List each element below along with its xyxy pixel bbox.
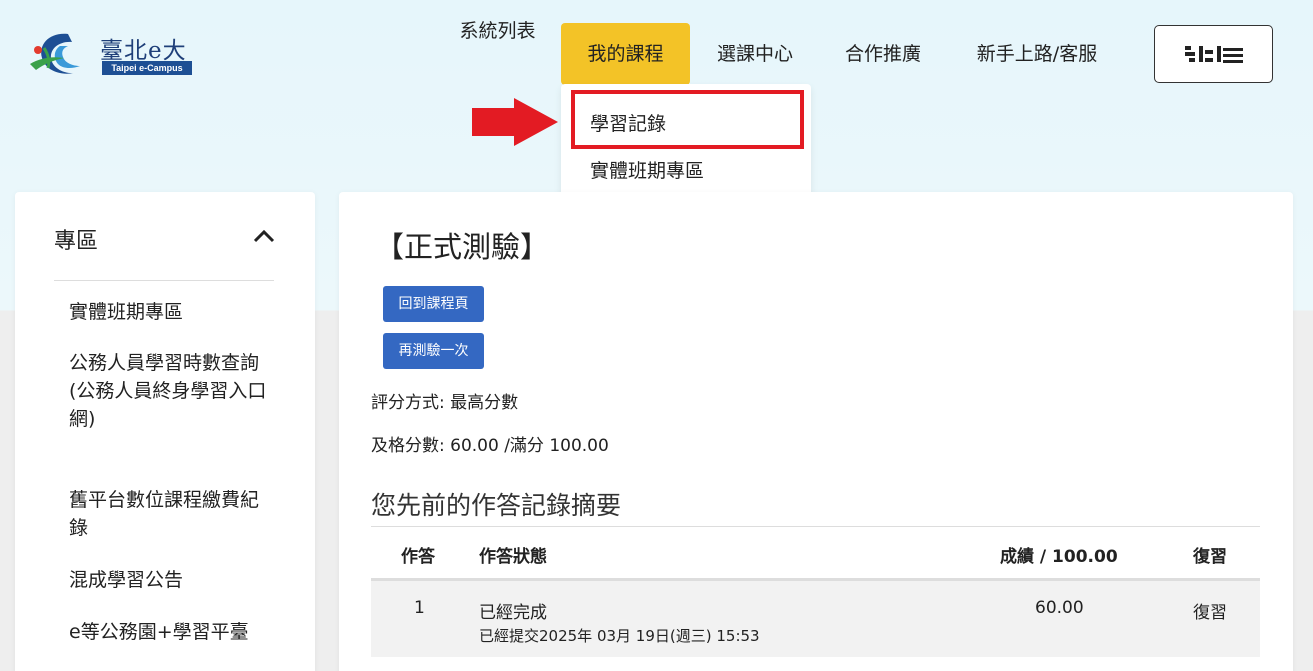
attempt-number: 1	[414, 598, 425, 618]
menu-icon	[1184, 46, 1243, 63]
red-arrow-annotation	[472, 98, 558, 146]
chevron-up-icon[interactable]	[253, 228, 275, 244]
sidebar-item-civil-servant-hours[interactable]: 公務人員學習時數查詢(公務人員終身學習入口網)	[69, 349, 269, 433]
back-to-course-button[interactable]: 回到課程頁	[383, 286, 484, 322]
attempts-table: 作答 作答狀態 成績 / 100.00 復習 1 已經完成 已經提交2025年 …	[371, 526, 1260, 657]
header-score: 成績 / 100.00	[1000, 547, 1118, 567]
table-row: 1 已經完成 已經提交2025年 03月 19日(週三) 15:53 60.00…	[371, 581, 1260, 657]
header-attempt: 作答	[401, 547, 435, 567]
sidebar: 專區 實體班期專區 公務人員學習時數查詢(公務人員終身學習入口網) 舊平台數位課…	[15, 192, 315, 671]
menu-button[interactable]	[1154, 25, 1273, 83]
attempt-score: 60.00	[1035, 598, 1084, 618]
header-review: 復習	[1193, 547, 1227, 567]
page-title: 【正式測驗】	[375, 230, 550, 264]
logo-text-chinese: 臺北e大	[100, 38, 187, 64]
nav-help-service[interactable]: 新手上路/客服	[962, 23, 1112, 85]
site-logo[interactable]: 臺北e大 Taipei e-Campus	[30, 28, 195, 80]
header-status: 作答狀態	[479, 547, 547, 567]
logo-text-english: Taipei e-Campus	[102, 61, 192, 75]
table-header: 作答 作答狀態 成績 / 100.00 復習	[371, 526, 1260, 581]
nav-system-list[interactable]: 系統列表	[448, 0, 547, 62]
logo-icon	[30, 33, 80, 74]
sidebar-item-e-learning-platform[interactable]: e等公務園+學習平臺	[69, 618, 274, 646]
sidebar-divider	[54, 280, 274, 281]
nav-my-courses[interactable]: 我的課程	[561, 23, 690, 85]
retry-quiz-button[interactable]: 再測驗一次	[383, 333, 484, 369]
grading-method: 評分方式: 最高分數	[371, 393, 519, 413]
sidebar-title: 專區	[54, 229, 99, 254]
nav-course-center[interactable]: 選課中心	[706, 23, 804, 85]
sidebar-item-blended-learning[interactable]: 混成學習公告	[69, 566, 274, 594]
attempts-summary-title: 您先前的作答記錄摘要	[371, 491, 622, 520]
sidebar-item-payment-records[interactable]: 舊平台數位課程繳費紀錄	[69, 486, 259, 542]
review-link[interactable]: 復習	[1193, 598, 1227, 623]
attempt-status: 已經完成	[479, 603, 547, 623]
sidebar-item-physical-classes[interactable]: 實體班期專區	[69, 298, 274, 326]
passing-score: 及格分數: 60.00 /滿分 100.00	[371, 436, 609, 456]
quiz-panel: 【正式測驗】 回到課程頁 再測驗一次 評分方式: 最高分數 及格分數: 60.0…	[339, 192, 1293, 671]
nav-partnership[interactable]: 合作推廣	[834, 23, 932, 85]
dropdown-item-physical-classes[interactable]: 實體班期專區	[590, 156, 704, 183]
highlight-annotation-box	[571, 90, 804, 149]
attempt-submitted-time: 已經提交2025年 03月 19日(週三) 15:53	[479, 627, 760, 645]
